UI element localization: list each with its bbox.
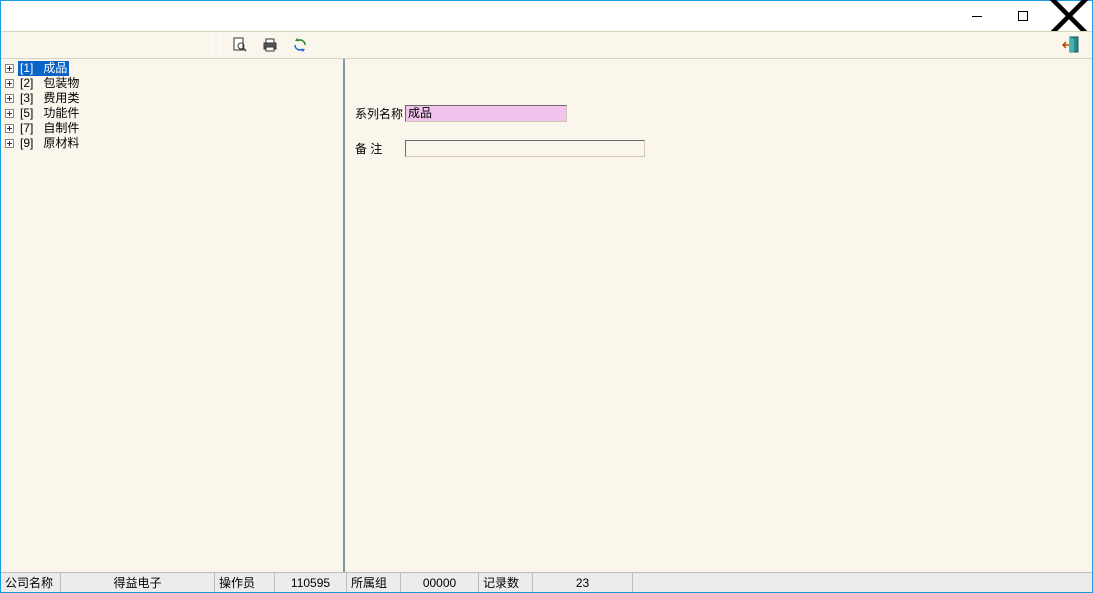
tree-node-label: [5] 功能件 [18,106,81,121]
series-name-row: 系列名称 成品 [355,105,1092,122]
remark-input[interactable] [405,140,645,157]
refresh-button[interactable] [287,33,313,57]
recordcount-label: 记录数 [479,573,533,592]
print-button[interactable] [257,33,283,57]
main-area: [1] 成品[2] 包装物[3] 费用类[5] 功能件[7] 自制件[9] 原材… [1,59,1092,572]
category-tree[interactable]: [1] 成品[2] 包装物[3] 费用类[5] 功能件[7] 自制件[9] 原材… [3,61,343,151]
group-value: 00000 [401,573,479,592]
group-label: 所属组 [347,573,401,592]
company-value: 得益电子 [61,573,215,592]
window-titlebar [1,1,1092,31]
company-label: 公司名称 [1,573,61,592]
exit-door-icon [1062,36,1080,54]
tree-expander-icon[interactable] [5,79,14,88]
recordcount-value: 23 [533,573,633,592]
category-tree-panel: [1] 成品[2] 包装物[3] 费用类[5] 功能件[7] 自制件[9] 原材… [1,59,345,572]
printer-icon [262,37,278,53]
series-name-label: 系列名称 [355,105,405,122]
tree-expander-icon[interactable] [5,64,14,73]
tree-node[interactable]: [9] 原材料 [3,136,343,151]
tree-node-label: [9] 原材料 [18,136,81,151]
status-bar: 公司名称 得益电子 操作员 110595 所属组 00000 记录数 23 [1,572,1092,592]
tree-expander-icon[interactable] [5,94,14,103]
toolbar [1,31,1092,59]
tree-node[interactable]: [2] 包装物 [3,76,343,91]
window-close-button[interactable] [1046,1,1092,31]
tree-node[interactable]: [5] 功能件 [3,106,343,121]
window-minimize-button[interactable] [954,1,1000,31]
toolbar-separator [220,35,221,55]
detail-panel: 系列名称 成品 备 注 [345,59,1092,572]
tree-node-label: [1] 成品 [18,61,69,76]
window-maximize-button[interactable] [1000,1,1046,31]
tree-node-label: [7] 自制件 [18,121,81,136]
tree-node-label: [2] 包装物 [18,76,81,91]
tree-node-label: [3] 费用类 [18,91,81,106]
tree-expander-icon[interactable] [5,124,14,133]
operator-value: 110595 [275,573,347,592]
page-magnifier-icon [232,37,248,53]
operator-label: 操作员 [215,573,275,592]
remark-row: 备 注 [355,140,1092,157]
toolbar-separator [211,35,212,55]
exit-button[interactable] [1058,33,1084,57]
tree-node[interactable]: [7] 自制件 [3,121,343,136]
tree-node[interactable]: [3] 费用类 [3,91,343,106]
print-preview-button[interactable] [227,33,253,57]
series-name-value: 成品 [405,105,567,122]
tree-node[interactable]: [1] 成品 [3,61,343,76]
tree-expander-icon[interactable] [5,109,14,118]
tree-expander-icon[interactable] [5,139,14,148]
refresh-icon [292,37,308,53]
remark-label: 备 注 [355,140,405,157]
